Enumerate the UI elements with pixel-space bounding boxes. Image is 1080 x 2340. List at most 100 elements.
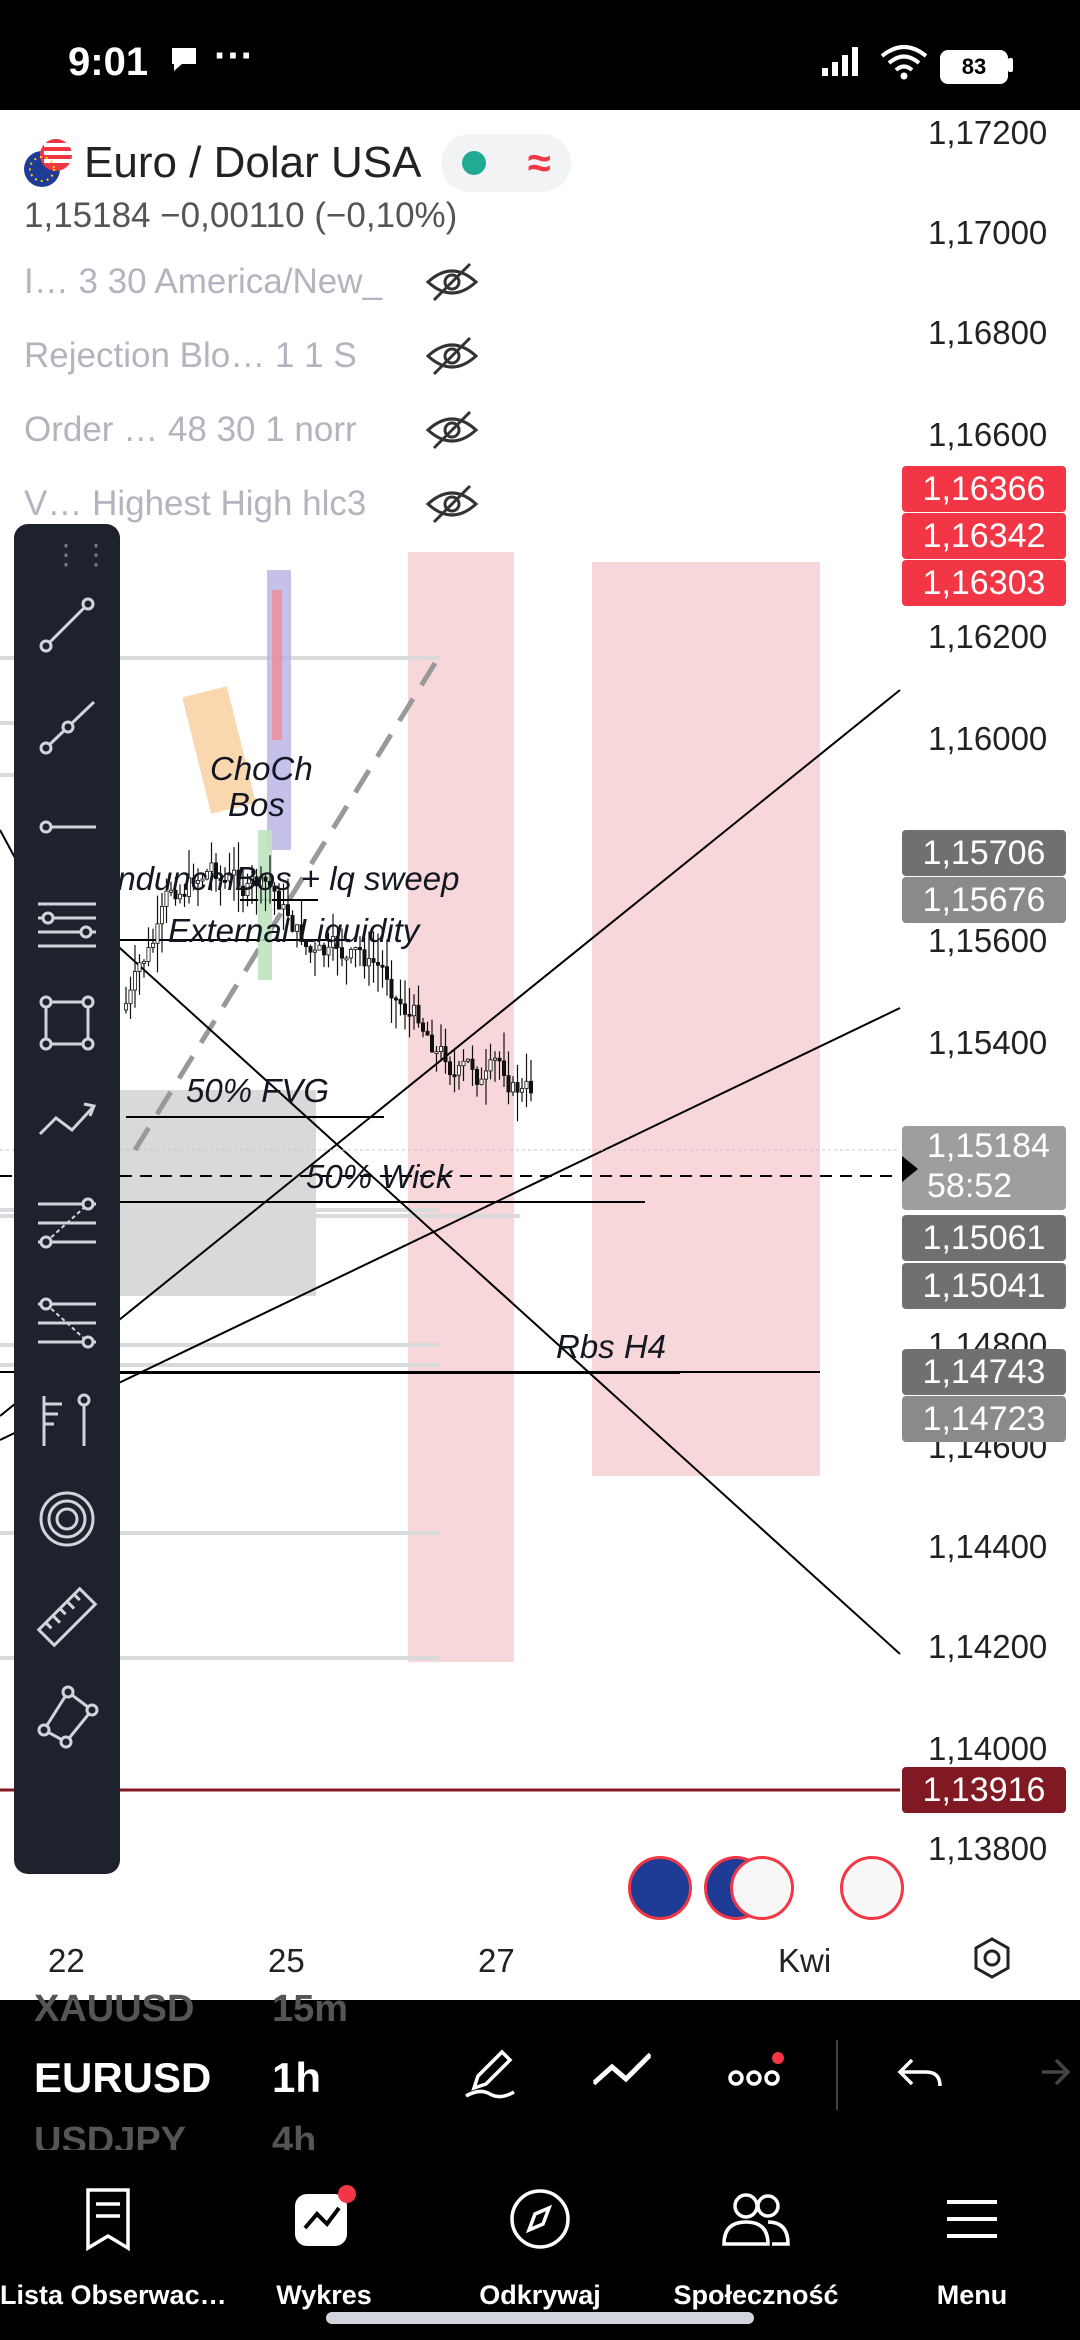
community-icon <box>722 2193 790 2246</box>
eye-hidden-icon[interactable] <box>424 408 480 457</box>
price-label: 1,16600 <box>928 416 1048 453</box>
candle-body <box>447 1061 452 1076</box>
indicator-4[interactable]: V… Highest High hlc3 <box>24 484 396 524</box>
favorite-drawings-icon[interactable] <box>590 2042 656 2107</box>
symbol-bar[interactable]: XAUUSD 15m EURUSD 1h USDJPY 4h <box>0 1988 1080 2162</box>
status-more: ··· <box>214 34 254 78</box>
fib-extension-icon[interactable] <box>32 1288 102 1358</box>
time-label: 25 <box>268 1942 305 1979</box>
long-position-icon[interactable] <box>32 1386 102 1456</box>
candle-body <box>384 966 389 980</box>
eur-event-icon[interactable] <box>628 1856 692 1920</box>
price-label: 1,14000 <box>928 1730 1048 1767</box>
menu-icon <box>947 2200 997 2238</box>
nav-label: Społeczność <box>673 2280 839 2310</box>
indicator-2[interactable]: Rejection Blo… 1 1 S <box>24 336 396 376</box>
price-label: 1,14200 <box>928 1628 1048 1665</box>
drawing-toolbar[interactable]: ⋮⋮ <box>14 524 120 1874</box>
usd-event-icon[interactable] <box>730 1856 794 1920</box>
price-badge: 1,16366 <box>902 466 1066 512</box>
price-badge: 1,15061 <box>902 1215 1066 1261</box>
usd-event-icon[interactable] <box>840 1856 904 1920</box>
nav-watchlist[interactable]: Lista Obserwac… <box>0 2170 227 2310</box>
candle-body <box>506 1075 511 1093</box>
drag-handle-icon[interactable]: ⋮⋮ <box>52 538 112 571</box>
price-axis[interactable]: 1,17200 1,17000 1,16800 1,16600 1,16200 … <box>900 110 1080 1940</box>
compass-icon <box>510 2189 570 2249</box>
symbol-header[interactable]: Euro / Dolar USA ≈ <box>22 134 572 192</box>
bar-countdown: 58:52 <box>927 1167 1013 1205</box>
price-label: 1,17200 <box>928 114 1048 151</box>
candle-body <box>524 1080 529 1089</box>
indicator-3[interactable]: Order … 48 30 1 norr <box>24 410 396 450</box>
nav-label: Wykres <box>276 2280 372 2310</box>
battery-tip <box>1008 58 1013 72</box>
annotation-rbs-h4[interactable]: Rbs H4 <box>556 1328 666 1366</box>
nav-community[interactable]: Społeczność <box>648 2170 864 2310</box>
ruler-icon[interactable] <box>32 1582 102 1652</box>
annotation-choch[interactable]: ChoCh <box>210 750 313 788</box>
candle-body <box>429 1034 434 1053</box>
eye-hidden-icon[interactable] <box>424 482 480 531</box>
candle-body <box>501 1060 506 1076</box>
home-indicator[interactable] <box>326 2312 754 2324</box>
status-time: 9:01 <box>68 40 149 84</box>
candle-body <box>155 923 160 944</box>
candle-body <box>159 906 164 925</box>
fib-retracement-icon[interactable] <box>32 1188 102 1258</box>
circles-icon[interactable] <box>32 1484 102 1554</box>
price-label: 1,17000 <box>928 214 1048 251</box>
price-badge: 1,14743 <box>902 1349 1066 1395</box>
price-badge: 1,15676 <box>902 877 1066 923</box>
horizontal-ray-icon[interactable] <box>32 792 102 862</box>
annotation-50-fvg[interactable]: 50% FVG <box>186 1072 329 1110</box>
indicator-1[interactable]: I… 3 30 America/New_ <box>24 262 396 302</box>
candle-body <box>461 1060 466 1067</box>
candle-body <box>416 1004 421 1024</box>
annotation-external-liquidity[interactable]: External Liquidity <box>168 912 419 950</box>
prev-timeframe[interactable]: 15m <box>272 1988 348 2031</box>
price-badge: 1,15041 <box>902 1263 1066 1309</box>
ray-icon[interactable] <box>32 692 102 762</box>
divider <box>836 2040 838 2110</box>
nav-explore[interactable]: Odkrywaj <box>432 2170 648 2310</box>
annotation-bos[interactable]: Bos <box>228 786 285 824</box>
candle-body <box>434 1051 439 1054</box>
rectangle-icon[interactable] <box>32 988 102 1058</box>
eye-hidden-icon[interactable] <box>424 334 480 383</box>
symbol-title[interactable]: Euro / Dolar USA <box>84 138 421 188</box>
candle-body <box>510 1082 515 1093</box>
trend-line-icon[interactable] <box>32 590 102 660</box>
polygon-icon[interactable] <box>32 1680 102 1750</box>
pencil-icon[interactable] <box>460 2042 520 2107</box>
redo-icon[interactable] <box>1030 2042 1080 2107</box>
candle-body <box>456 1065 461 1076</box>
annotation-50-wick[interactable]: 50% Wick <box>306 1158 452 1196</box>
candle-body <box>362 949 367 967</box>
nav-menu[interactable]: Menu <box>864 2170 1080 2310</box>
candle-body <box>520 1088 525 1093</box>
annotation-bos-lq-sweep[interactable]: induncmBos + lq sweep <box>110 860 459 898</box>
message-icon <box>168 44 200 79</box>
candle-body <box>281 904 286 910</box>
candle-body <box>312 949 317 953</box>
candle-body <box>474 1069 479 1085</box>
path-icon[interactable] <box>32 1086 102 1156</box>
supply-zone-1 <box>408 552 514 1662</box>
symbol-selector[interactable]: EURUSD <box>34 2054 211 2102</box>
undo-icon[interactable] <box>890 2042 950 2107</box>
prev-symbol[interactable]: XAUUSD <box>34 1988 194 2031</box>
nav-label: Odkrywaj <box>479 2280 601 2310</box>
nav-chart[interactable]: Wykres <box>216 2170 432 2310</box>
parallel-lines-icon[interactable] <box>32 890 102 960</box>
current-price: 1,15184 <box>927 1127 1050 1165</box>
chart-settings-icon[interactable] <box>970 1936 1014 1985</box>
more-tools-icon[interactable] <box>726 2042 786 2107</box>
candle-body <box>515 1082 520 1093</box>
timeframe-selector[interactable]: 1h <box>272 2054 321 2102</box>
market-status-pill[interactable]: ≈ <box>441 134 572 192</box>
eye-hidden-icon[interactable] <box>424 260 480 309</box>
candle-body <box>371 958 376 963</box>
chart-area[interactable]: Euro / Dolar USA ≈ 1,15184 −0,00110 (−0,… <box>0 110 1080 2000</box>
candle-body <box>366 958 371 967</box>
